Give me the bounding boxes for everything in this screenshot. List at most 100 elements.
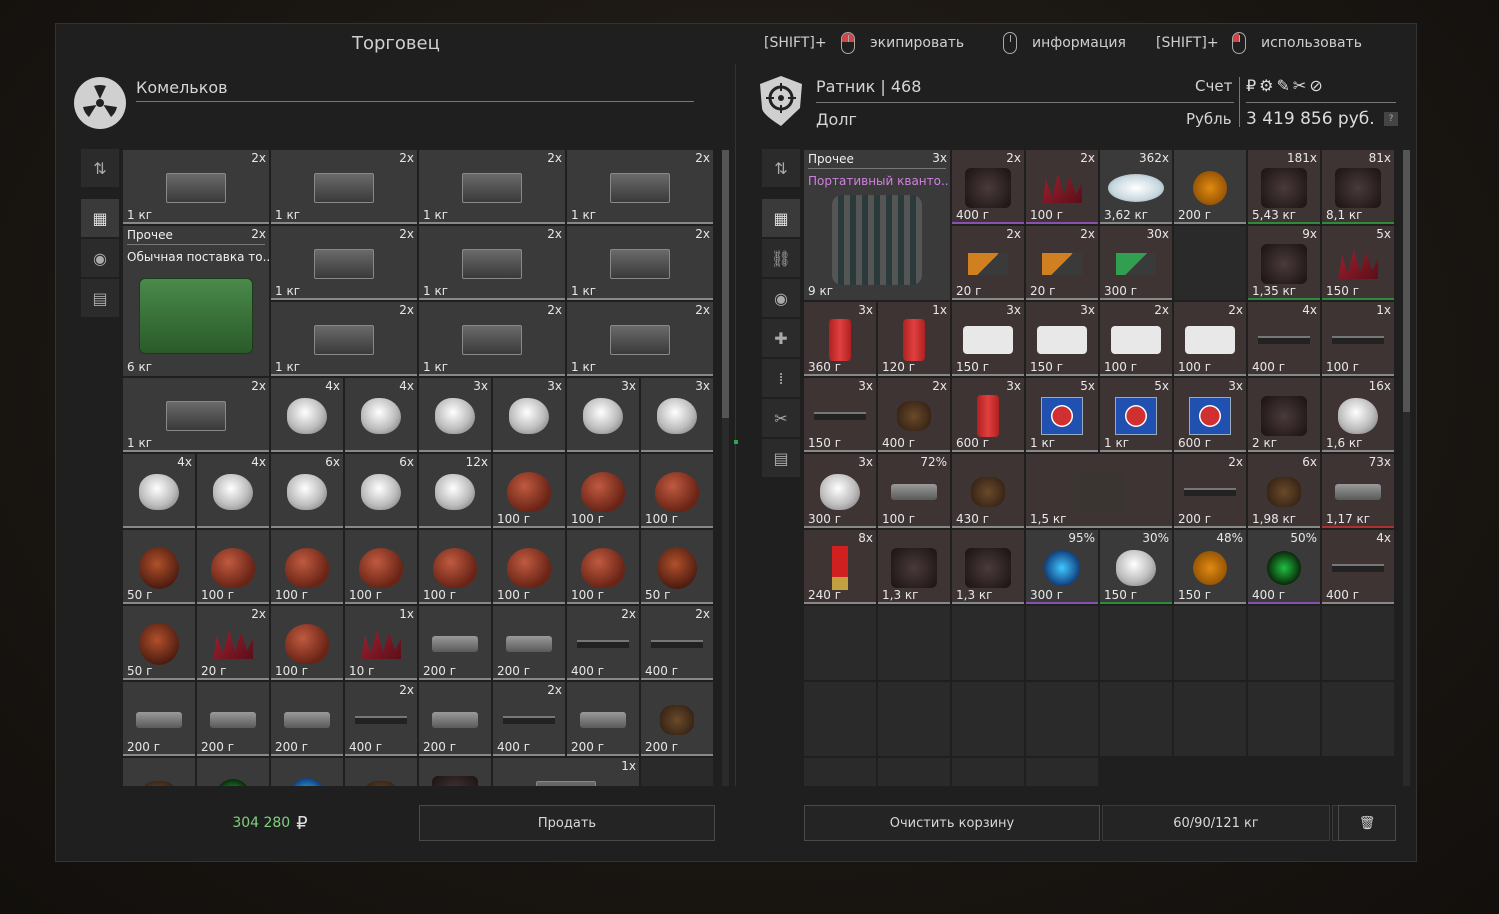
tools-icon[interactable]: ✂ — [762, 399, 800, 437]
inventory-slot[interactable]: 2 кг — [1248, 378, 1320, 452]
inventory-slot[interactable] — [271, 758, 343, 786]
inventory-slot[interactable]: 4x — [345, 378, 417, 452]
inventory-slot[interactable]: 50 г — [123, 530, 195, 604]
inventory-slot[interactable]: 4x — [271, 378, 343, 452]
inventory-slot-large[interactable]: Прочее Портативный кванто.. 3x 9 кг — [804, 150, 950, 300]
inventory-slot[interactable]: 2x 400 г — [345, 682, 417, 756]
inventory-slot[interactable]: 2x 400 г — [878, 378, 950, 452]
inventory-slot[interactable]: 95% 300 г — [1026, 530, 1098, 604]
inventory-slot[interactable]: 200 г — [493, 606, 565, 680]
inventory-slot[interactable]: 50% 400 г — [1248, 530, 1320, 604]
inventory-slot[interactable]: 5x 1 кг — [1100, 378, 1172, 452]
inventory-slot[interactable]: 200 г — [123, 682, 195, 756]
inventory-slot[interactable]: 2x 100 г — [1174, 302, 1246, 376]
inventory-slot[interactable]: 8x 240 г — [804, 530, 876, 604]
inventory-slot[interactable]: 2x 20 г — [197, 606, 269, 680]
inventory-slot[interactable]: 2x 1 кг — [271, 150, 417, 224]
inventory-slot[interactable]: 1x 100 г — [1322, 302, 1394, 376]
inventory-slot[interactable] — [197, 758, 269, 786]
artifact-icon[interactable]: ◉ — [762, 279, 800, 317]
inventory-slot[interactable]: 100 г — [567, 454, 639, 528]
artifact-icon[interactable]: ◉ — [81, 239, 119, 277]
inventory-slot[interactable]: 3x — [567, 378, 639, 452]
inventory-slot[interactable]: 5x 1 кг — [1026, 378, 1098, 452]
inventory-slot[interactable]: 200 г — [567, 682, 639, 756]
inventory-slot[interactable]: 1,3 кг — [952, 530, 1024, 604]
inventory-slot[interactable]: 100 г — [493, 454, 565, 528]
inventory-slot[interactable] — [419, 758, 491, 786]
inventory-slot[interactable]: 1,3 кг — [878, 530, 950, 604]
inventory-slot[interactable]: 200 г — [1174, 150, 1246, 224]
inventory-slot[interactable]: 2x 100 г — [1100, 302, 1172, 376]
inventory-slot[interactable]: 200 г — [641, 682, 713, 756]
inventory-slot[interactable]: 3x — [641, 378, 713, 452]
inventory-slot[interactable]: 2x 100 г — [1026, 150, 1098, 224]
inventory-slot[interactable]: 3x — [419, 378, 491, 452]
inventory-slot[interactable]: 1,5 кг — [1026, 454, 1172, 528]
sort-icon[interactable]: ⇅ — [81, 149, 119, 187]
inventory-slot[interactable]: 6x 1,98 кг — [1248, 454, 1320, 528]
inventory-slot[interactable]: 200 г — [197, 682, 269, 756]
inventory-slot[interactable]: 3x 600 г — [1174, 378, 1246, 452]
inventory-slot[interactable]: 2x 1 кг — [419, 150, 565, 224]
inventory-slot[interactable]: 30x 300 г — [1100, 226, 1172, 300]
inventory-slot[interactable]: 4x — [123, 454, 195, 528]
link-icon[interactable]: ⛓ — [762, 239, 800, 277]
inventory-slot[interactable]: 100 г — [419, 530, 491, 604]
inventory-slot[interactable]: 1x 10 г — [345, 606, 417, 680]
inventory-slot[interactable]: 2x 1 кг — [419, 226, 565, 300]
inventory-slot[interactable]: 3x 150 г — [1026, 302, 1098, 376]
inventory-slot-large[interactable]: Прочее Обычная поставка то.. 2x 6 кг — [123, 226, 269, 376]
clear-cart-button[interactable]: Очистить корзину — [804, 805, 1100, 841]
inventory-slot[interactable]: 100 г — [271, 606, 343, 680]
inventory-slot[interactable]: 200 г — [419, 682, 491, 756]
inventory-slot[interactable]: 2x 400 г — [952, 150, 1024, 224]
inventory-slot[interactable]: 2x 1 кг — [271, 302, 417, 376]
ammo-icon[interactable]: ⁞ — [762, 359, 800, 397]
inventory-slot[interactable]: 2x 1 кг — [567, 302, 713, 376]
medkit-icon[interactable]: ✚ — [762, 319, 800, 357]
inventory-slot[interactable]: 100 г — [271, 530, 343, 604]
inventory-slot[interactable]: 2x 1 кг — [271, 226, 417, 300]
grid-icon[interactable]: ▦ — [81, 199, 119, 237]
inventory-slot[interactable]: 2x 400 г — [493, 682, 565, 756]
inventory-slot[interactable]: 3x 150 г — [804, 378, 876, 452]
inventory-slot[interactable]: 4x 400 г — [1248, 302, 1320, 376]
inventory-slot[interactable]: 100 г — [493, 530, 565, 604]
inventory-slot[interactable]: 100 г — [345, 530, 417, 604]
inventory-slot[interactable] — [123, 758, 195, 786]
inventory-slot[interactable]: 4x — [197, 454, 269, 528]
inventory-slot[interactable]: 100 г — [197, 530, 269, 604]
inventory-slot[interactable]: 2x 200 г — [1174, 454, 1246, 528]
inventory-slot[interactable] — [345, 758, 417, 786]
divider-handle[interactable] — [734, 440, 738, 444]
inventory-slot[interactable]: 5x 150 г — [1322, 226, 1394, 300]
inventory-slot[interactable]: 9x 1,35 кг — [1248, 226, 1320, 300]
inventory-slot[interactable]: 200 г — [419, 606, 491, 680]
grid-icon[interactable]: ▦ — [762, 199, 800, 237]
inventory-slot[interactable]: 3x — [493, 378, 565, 452]
inventory-slot[interactable]: 3x 360 г — [804, 302, 876, 376]
inventory-slot[interactable]: 100 г — [641, 454, 713, 528]
inventory-slot[interactable]: 73x 1,17 кг — [1322, 454, 1394, 528]
inventory-slot[interactable]: 181x 5,43 кг — [1248, 150, 1320, 224]
inventory-slot[interactable]: 81x 8,1 кг — [1322, 150, 1394, 224]
inventory-slot[interactable]: 3x 300 г — [804, 454, 876, 528]
trash-button[interactable]: 🗑 — [1338, 805, 1396, 841]
inventory-slot[interactable]: 6x — [271, 454, 343, 528]
currency-icons[interactable]: ₽⚙✎✂⊘ — [1246, 76, 1326, 95]
inventory-slot[interactable]: 72% 100 г — [878, 454, 950, 528]
inventory-slot[interactable]: 200 г — [271, 682, 343, 756]
sell-button[interactable]: Продать — [419, 805, 715, 841]
sort-icon[interactable]: ⇅ — [762, 149, 800, 187]
inventory-slot[interactable]: 2x 1 кг — [123, 378, 269, 452]
inventory-slot[interactable]: 4x 400 г — [1322, 530, 1394, 604]
inventory-slot[interactable]: 430 г — [952, 454, 1024, 528]
inventory-slot[interactable]: 2x 20 г — [1026, 226, 1098, 300]
inventory-slot[interactable]: 12x — [419, 454, 491, 528]
archive-icon[interactable]: ▤ — [81, 279, 119, 317]
inventory-slot[interactable]: 2x 1 кг — [567, 226, 713, 300]
inventory-slot[interactable]: 1x 120 г — [878, 302, 950, 376]
player-scrollbar[interactable] — [1403, 150, 1410, 786]
inventory-slot[interactable]: 2x 20 г — [952, 226, 1024, 300]
